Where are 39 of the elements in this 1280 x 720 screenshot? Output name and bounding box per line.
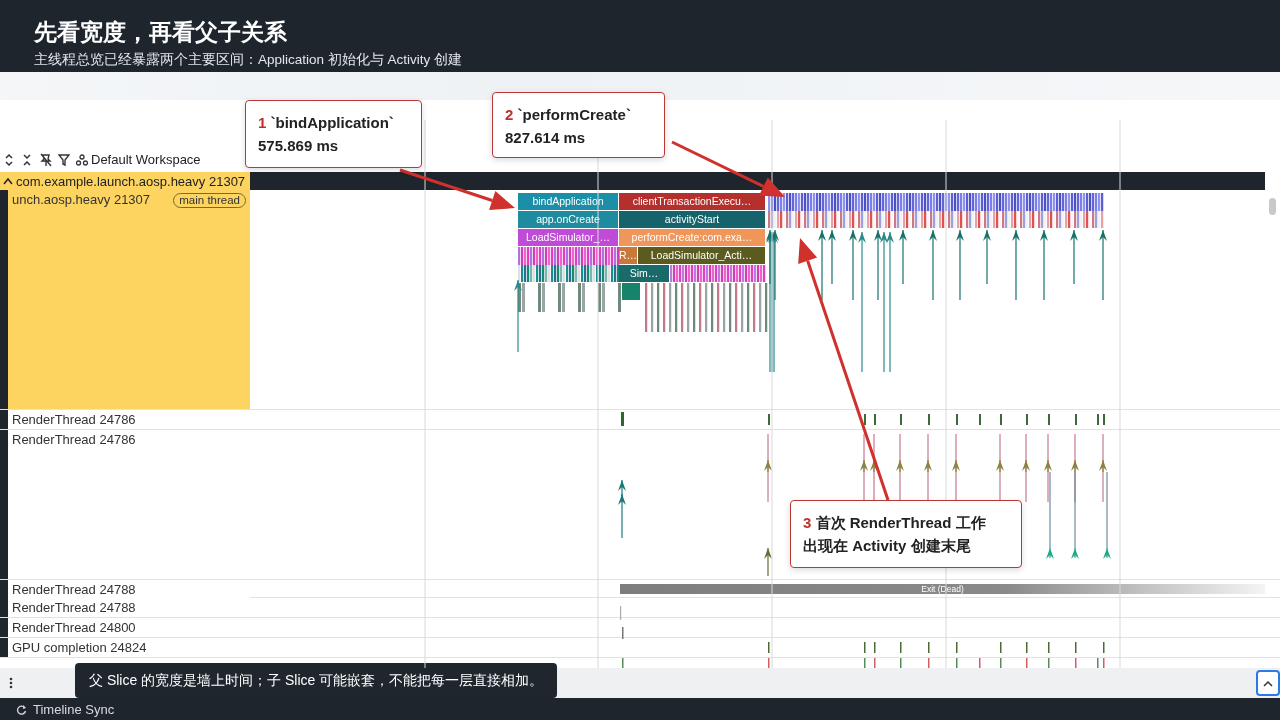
track-name: RenderThread 24786 [12, 431, 136, 448]
callout-heading: 2 `performCreate` [505, 105, 632, 125]
expand-icon[interactable] [4, 152, 16, 167]
track-header[interactable]: RenderThread 24788 [0, 580, 250, 598]
callout-text: 827.614 ms [505, 128, 587, 148]
track-name: RenderThread 24800 [12, 619, 136, 636]
callout-heading: 1 `bindApplication` [258, 113, 395, 133]
unpin-icon[interactable] [40, 152, 52, 167]
track-name: RenderThread 24788 [12, 599, 136, 616]
callout-text: 575.869 ms [258, 136, 340, 156]
chevron-icon [3, 177, 13, 185]
timeline-sync-tab[interactable]: Timeline Sync [16, 701, 115, 717]
chevron-up-icon [1263, 679, 1273, 687]
collapse-icon[interactable] [22, 152, 34, 167]
track-name: GPU completion 24824 [12, 639, 147, 656]
caption-banner: 父 Slice 的宽度是墙上时间；子 Slice 可能嵌套，不能把每一层直接相加。 [75, 663, 558, 698]
track-name: unch.aosp.heavy 21307 [12, 191, 151, 208]
trace-slice[interactable]: clientTransactionExecu… [619, 193, 765, 210]
more-icon[interactable] [9, 677, 13, 689]
slide-subtitle: 主线程总览已经暴露两个主要区间：Application 初始化与 Activity 创建 [34, 51, 463, 69]
trace-slice[interactable]: bindApplication [518, 193, 618, 210]
sync-icon [16, 703, 27, 715]
trace-slice[interactable]: activityStart [619, 211, 765, 228]
trace-slice[interactable]: app.onCreate [518, 211, 618, 228]
filter-icon[interactable] [58, 152, 70, 167]
trace-slice[interactable]: Sim… [619, 265, 669, 282]
track-name: RenderThread 24786 [12, 411, 136, 428]
trace-slice[interactable]: LoadSimulator_… [518, 229, 618, 246]
slide-title: 先看宽度，再看父子关系 [34, 18, 287, 46]
panel-toggle-button[interactable] [1256, 670, 1280, 696]
workspace-button[interactable]: Default Workspace [76, 152, 201, 167]
thread-state-bar: Exit (Dead) [620, 584, 1265, 594]
workspace-icon [76, 153, 88, 166]
trace-slice[interactable]: LoadSimulator_Acti… [638, 247, 765, 264]
callout-text: 出现在 Activity 创建末尾 [803, 536, 972, 556]
track-name: RenderThread 24788 [12, 581, 136, 598]
track-header[interactable]: unch.aosp.heavy 21307 main thread [0, 190, 250, 409]
callout-heading: 3 首次 RenderThread 工作 [803, 513, 987, 533]
scrollbar-thumb[interactable] [1269, 198, 1276, 215]
